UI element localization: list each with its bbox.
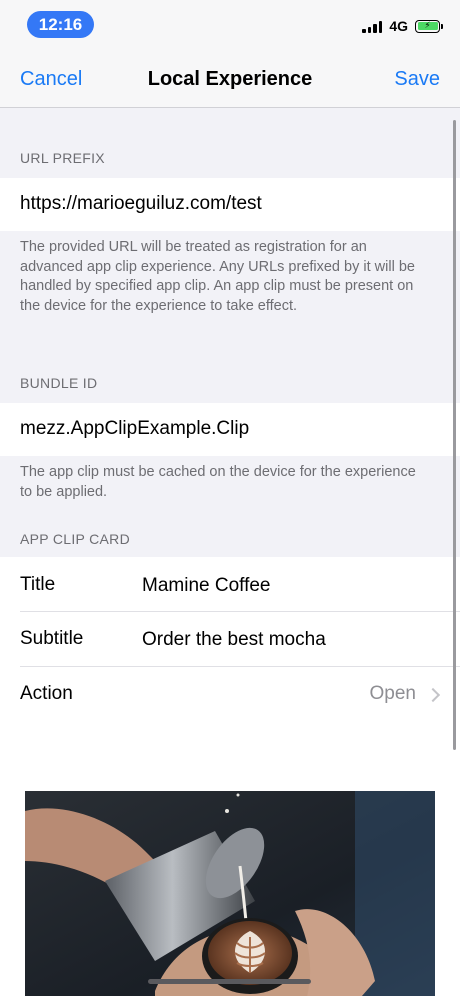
subtitle-value[interactable]: Order the best mocha xyxy=(142,629,326,651)
app-clip-card-group: Title Mamine Coffee Subtitle Order the b… xyxy=(0,557,460,720)
title-label: Title xyxy=(20,574,56,595)
home-indicator[interactable] xyxy=(148,979,311,984)
chevron-right-icon xyxy=(425,687,441,703)
app-clip-card-image[interactable] xyxy=(25,791,435,996)
save-button[interactable]: Save xyxy=(394,68,440,91)
scroll-indicator xyxy=(453,120,456,750)
action-row[interactable]: Action Open xyxy=(0,667,460,720)
screen: 12:16 4G ⚡ Cancel Local Experience Save … xyxy=(0,0,460,996)
status-indicators: 4G ⚡ xyxy=(362,18,443,34)
subtitle-label: Subtitle xyxy=(20,628,84,649)
title-value[interactable]: Mamine Coffee xyxy=(142,575,271,597)
status-bar: 12:16 4G ⚡ xyxy=(0,0,460,52)
bundle-id-value[interactable]: mezz.AppClipExample.Clip xyxy=(20,418,249,440)
navigation-bar: Cancel Local Experience Save xyxy=(0,52,460,108)
action-value: Open xyxy=(369,683,416,704)
subtitle-row[interactable]: Subtitle Order the best mocha xyxy=(0,612,460,666)
network-type: 4G xyxy=(389,18,408,34)
bundle-id-footer: The app clip must be cached on the devic… xyxy=(20,464,416,500)
latte-art-photo xyxy=(25,791,435,996)
title-row[interactable]: Title Mamine Coffee xyxy=(0,557,460,611)
bundle-id-field[interactable]: mezz.AppClipExample.Clip xyxy=(0,403,460,456)
bundle-id-header: BUNDLE ID xyxy=(20,375,98,391)
app-clip-card-header: APP CLIP CARD xyxy=(20,531,130,547)
action-label: Action xyxy=(20,683,73,704)
url-prefix-field[interactable]: https://marioeguiluz.com/test xyxy=(0,178,460,231)
battery-charging-icon: ⚡ xyxy=(415,19,443,33)
url-prefix-value[interactable]: https://marioeguiluz.com/test xyxy=(20,193,262,215)
form-content[interactable]: URL PREFIX https://marioeguiluz.com/test… xyxy=(0,108,460,996)
cancel-button[interactable]: Cancel xyxy=(20,68,82,91)
cellular-signal-icon xyxy=(362,20,383,33)
url-prefix-header: URL PREFIX xyxy=(20,150,105,166)
url-prefix-footer: The provided URL will be treated as regi… xyxy=(20,239,415,314)
status-time[interactable]: 12:16 xyxy=(27,11,94,38)
